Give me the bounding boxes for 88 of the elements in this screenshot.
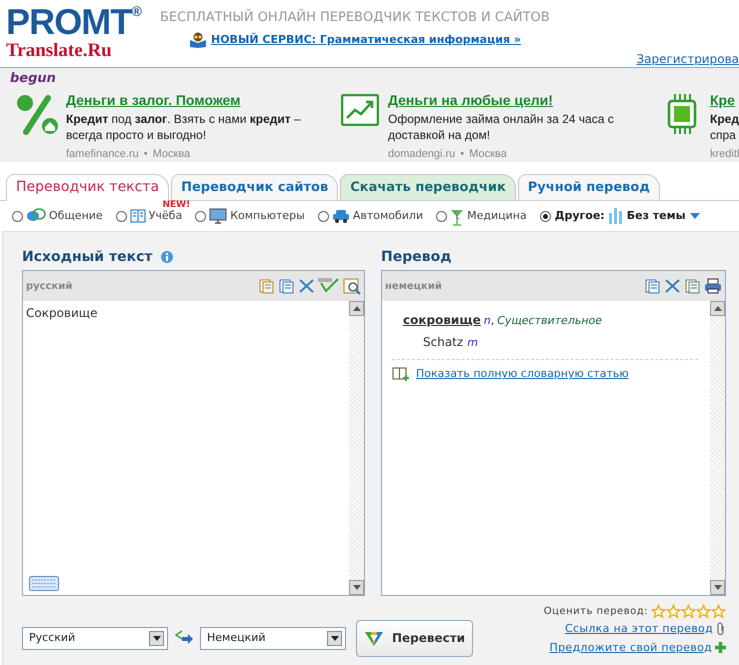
speech-bubbles-icon xyxy=(26,208,46,224)
logo-promt: PROMT xyxy=(6,4,132,40)
tab[interactable]: Ручной перевод xyxy=(518,174,660,201)
scrollbar[interactable] xyxy=(710,301,725,595)
plus-icon xyxy=(715,642,726,654)
radio-button[interactable] xyxy=(436,210,448,222)
paperclip-icon xyxy=(716,622,726,636)
rating-star[interactable] xyxy=(696,604,711,619)
topic-label: Учёба xyxy=(148,208,182,224)
translation-word: Schatz xyxy=(423,334,464,350)
tab[interactable]: Переводчик текста xyxy=(6,174,170,201)
register-link[interactable]: Зарегистрирова xyxy=(636,50,739,68)
source-text-field[interactable]: Сокровище xyxy=(26,304,346,322)
topic-label: Медицина xyxy=(467,208,527,224)
scissors-icon[interactable] xyxy=(298,278,315,294)
suggest-translation-link[interactable]: Предложите свой перевод xyxy=(550,640,712,656)
separator-dot: • xyxy=(460,147,464,162)
keyboard-icon[interactable] xyxy=(29,576,59,591)
part-of-speech-tag: n xyxy=(484,313,491,330)
book-plus-icon xyxy=(392,366,410,382)
magnifier-document-icon[interactable] xyxy=(343,278,361,294)
topic-dropdown[interactable]: Без темы xyxy=(626,208,700,224)
tab[interactable]: Переводчик сайтов xyxy=(171,174,338,201)
new-label: NEW! xyxy=(162,198,190,210)
tab[interactable]: Скачать переводчик xyxy=(340,174,516,201)
rating-star[interactable] xyxy=(681,604,696,619)
permalink-link[interactable]: Ссылка на этот перевод xyxy=(565,621,713,638)
ad-city: Москва xyxy=(152,147,190,162)
radio-button[interactable] xyxy=(318,210,329,222)
gender-tag: m xyxy=(467,334,478,351)
book-icon xyxy=(130,209,146,223)
ad-site: famefinance.ru xyxy=(66,147,139,162)
dictionary-word: сокровище xyxy=(403,312,481,329)
source-language-label: русский xyxy=(26,280,72,294)
ad-text: Оформление займа онлайн за 24 часа с доставкой на дом! xyxy=(388,111,615,143)
radio-button[interactable] xyxy=(116,210,127,222)
rating-star[interactable] xyxy=(651,604,666,619)
ad-network-label: begun xyxy=(10,70,56,88)
rating-star[interactable] xyxy=(666,604,681,619)
comma: , xyxy=(490,313,494,329)
separator-dot: • xyxy=(144,147,148,162)
ad-text: Кредит под залог. Взять с нами кредит – всегда просто и выгодно! xyxy=(66,111,302,143)
tagline: БЕСПЛАТНЫЙ ОНЛАЙН ПЕРЕВОДЧИК ТЕКСТОВ И САЙТОВ xyxy=(160,8,550,27)
radio-button[interactable] xyxy=(195,210,206,222)
ad-title-link[interactable]: Кре xyxy=(710,90,735,111)
rate-label: Оценить перевод: xyxy=(544,605,648,619)
ad-city: Москва xyxy=(469,147,507,162)
source-heading: Исходный текст xyxy=(22,248,153,266)
topic-label: Общение xyxy=(49,208,103,224)
ad-title-link[interactable]: Деньги в залог. Поможем xyxy=(66,90,241,111)
car-icon xyxy=(332,208,350,224)
triangle-logo-icon xyxy=(364,629,384,647)
copy-icon[interactable] xyxy=(644,278,661,294)
ad-text: Кред спра xyxy=(710,111,739,143)
new-service-link[interactable]: НОВЫЙ СЕРВИС: Грамматическая информация » xyxy=(211,32,521,48)
rating-star[interactable] xyxy=(711,604,726,619)
scissors-icon[interactable] xyxy=(664,278,681,294)
percent-house-icon xyxy=(16,94,60,136)
chart-icon xyxy=(341,94,379,126)
ad-site: domadengi.ru xyxy=(388,147,456,162)
radio-button[interactable] xyxy=(540,210,551,222)
monitor-icon xyxy=(209,208,228,224)
ad-title-link[interactable]: Деньги на любые цели! xyxy=(388,90,553,111)
topic-label: Автомобили xyxy=(352,208,424,224)
info-icon[interactable] xyxy=(160,251,173,263)
source-language-select[interactable]: Русский xyxy=(22,626,168,650)
registered-mark: ® xyxy=(132,4,142,18)
part-of-speech: Существительное xyxy=(497,313,602,329)
document-icon[interactable] xyxy=(684,278,701,294)
owl-book-icon xyxy=(189,32,207,48)
bar-chart-icon xyxy=(608,208,623,224)
scrollbar[interactable] xyxy=(349,301,364,595)
translate-button[interactable]: Перевести xyxy=(356,620,473,656)
translation-heading: Перевод xyxy=(381,248,452,266)
spellcheck-icon[interactable] xyxy=(318,278,340,294)
printer-icon[interactable] xyxy=(704,278,722,294)
target-language-select[interactable]: Немецкий xyxy=(200,626,346,650)
ad-site: kreditl xyxy=(710,147,739,162)
chip-icon xyxy=(667,94,697,134)
target-language-label: немецкий xyxy=(385,280,442,294)
topic-label: Компьютеры xyxy=(230,208,305,224)
radio-button[interactable] xyxy=(12,210,23,222)
topic-label: Другое: xyxy=(554,208,605,224)
swap-arrows-icon[interactable] xyxy=(174,630,194,646)
logo-translate-ru: Translate.Ru xyxy=(6,41,113,60)
paste-icon[interactable] xyxy=(258,278,275,294)
full-entry-link[interactable]: Показать полную словарную статью xyxy=(416,366,629,382)
copy-icon[interactable] xyxy=(278,278,295,294)
